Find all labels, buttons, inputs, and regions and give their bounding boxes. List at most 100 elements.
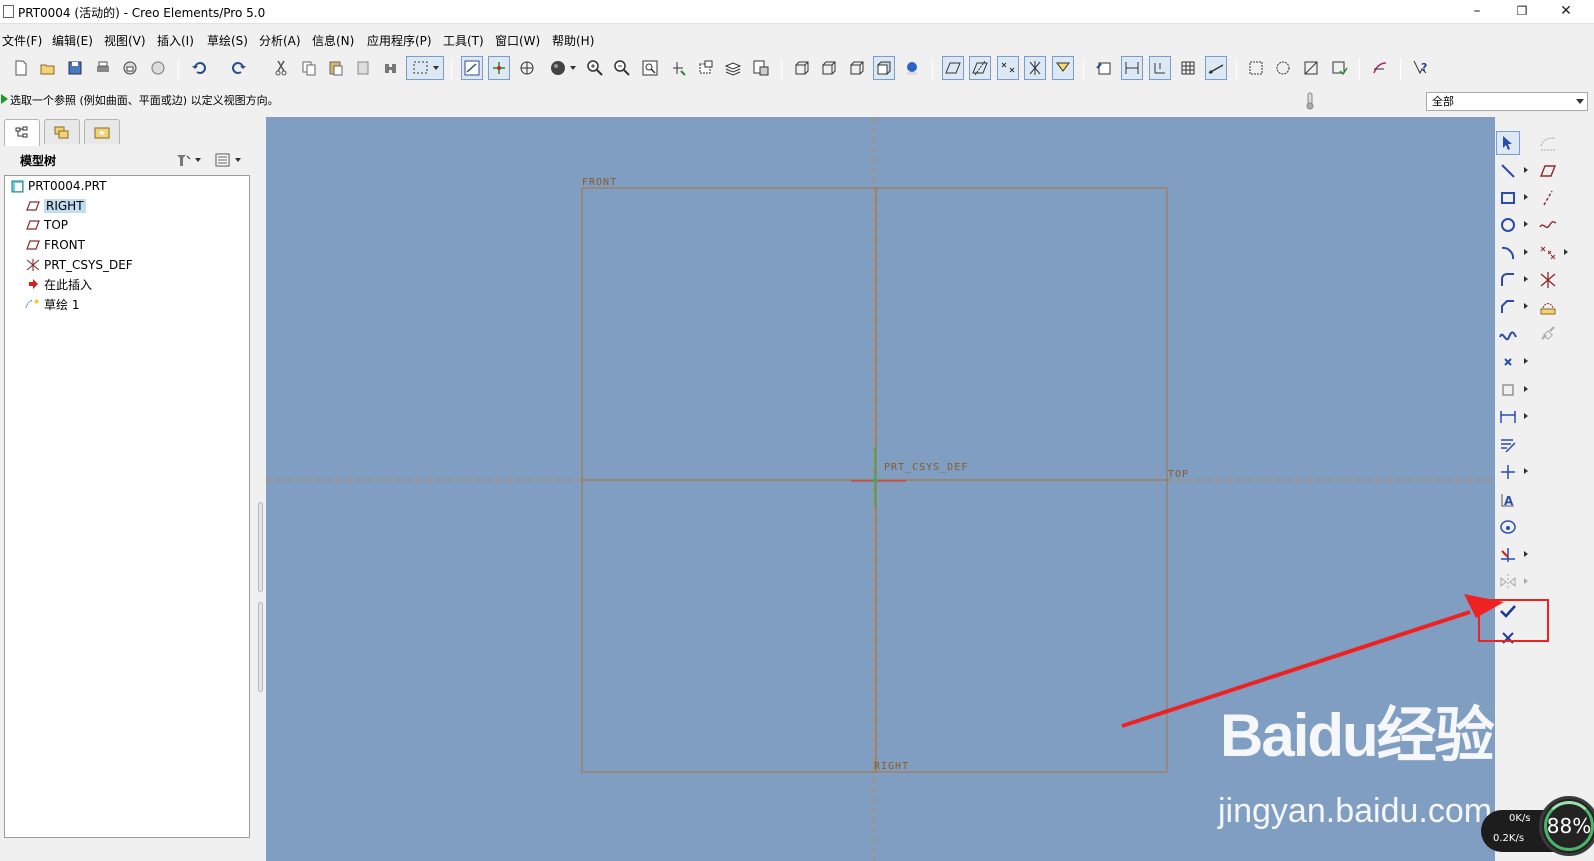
menu-help[interactable]: 帮助(H): [552, 32, 594, 49]
datum-planes-icon[interactable]: [942, 56, 964, 80]
layers-icon[interactable]: [722, 56, 744, 80]
analysis-feature-icon[interactable]: [1536, 295, 1560, 319]
fillet-icon[interactable]: [1496, 268, 1528, 292]
enhanced-realism-icon[interactable]: [901, 56, 923, 80]
graphics-window[interactable]: FRONT TOP RIGHT PRT_CSYS_DEF: [266, 117, 1495, 861]
circle-icon[interactable]: [1496, 213, 1528, 237]
tree-item-csys[interactable]: PRT_CSYS_DEF: [25, 256, 133, 274]
model-tree-tab[interactable]: [4, 119, 40, 146]
print-icon[interactable]: [92, 56, 114, 80]
line-icon[interactable]: [1496, 159, 1528, 183]
minimize-button[interactable]: –: [1455, 0, 1499, 24]
settings-dropdown[interactable]: [174, 151, 208, 169]
menu-analysis[interactable]: 分析(A): [259, 32, 301, 49]
menu-sketch[interactable]: 草绘(S): [207, 32, 248, 49]
cut-icon[interactable]: [270, 56, 292, 80]
menu-tools[interactable]: 工具(T): [443, 32, 484, 49]
select-box-icon[interactable]: [406, 56, 444, 80]
sketch-view-icon[interactable]: [461, 56, 483, 80]
diagnostics-shade-icon[interactable]: [1300, 56, 1322, 80]
spline-icon[interactable]: [1496, 323, 1520, 347]
datum-axis-tool-icon[interactable]: [1536, 186, 1560, 210]
tree-item-part[interactable]: PRT0004.PRT: [9, 177, 106, 195]
show-dropdown[interactable]: [214, 151, 248, 169]
reorient-icon[interactable]: [667, 56, 689, 80]
no-hidden-icon[interactable]: [846, 56, 868, 80]
menu-insert[interactable]: 插入(I): [157, 32, 194, 49]
disp-vertices-icon[interactable]: [1205, 56, 1227, 80]
undo-icon[interactable]: [188, 56, 210, 80]
mirror-icon[interactable]: [1496, 570, 1528, 594]
dimension-icon[interactable]: [1496, 405, 1528, 429]
shaded-icon[interactable]: [873, 56, 895, 80]
sketch-tool-icon[interactable]: [1369, 56, 1391, 80]
paste-special-icon[interactable]: [353, 56, 375, 80]
favorites-tab[interactable]: [84, 119, 120, 144]
sketch-orient-icon[interactable]: [1093, 56, 1115, 80]
splitter-grip[interactable]: [258, 602, 263, 692]
palette-icon[interactable]: [1496, 515, 1520, 539]
restore-button[interactable]: ❐: [1500, 0, 1544, 24]
open-icon[interactable]: [37, 56, 59, 80]
tree-item-right[interactable]: RIGHT: [25, 197, 86, 215]
datum-axes-icon[interactable]: [969, 56, 991, 80]
datum-plane-tool-icon[interactable]: [1536, 159, 1560, 183]
tree-item-sketch[interactable]: 草绘 1: [25, 295, 79, 313]
annotation-display-icon[interactable]: [1052, 56, 1074, 80]
menu-applications[interactable]: 应用程序(P): [367, 32, 432, 49]
datum-point-tool-icon[interactable]: [1536, 241, 1568, 265]
close-button[interactable]: ✕: [1544, 0, 1588, 24]
zoom-in-icon[interactable]: [584, 56, 606, 80]
select-icon[interactable]: [1496, 131, 1520, 155]
email-icon[interactable]: [119, 56, 141, 80]
disp-grid-icon[interactable]: [1177, 56, 1199, 80]
rectangle-icon[interactable]: [1496, 186, 1528, 210]
datum-points-icon[interactable]: [997, 56, 1019, 80]
diagnostics-overlap-icon[interactable]: [1272, 56, 1294, 80]
orient-mode-icon[interactable]: [516, 56, 538, 80]
sketch-canvas[interactable]: [266, 117, 1495, 861]
trim-icon[interactable]: [1496, 543, 1528, 567]
panel-splitter[interactable]: [258, 502, 264, 692]
tree-item-front[interactable]: FRONT: [25, 236, 85, 254]
menu-window[interactable]: 窗口(W): [495, 32, 540, 49]
constraint-icon[interactable]: [1496, 460, 1528, 484]
network-monitor-widget[interactable]: 0K/s 0.2K/s 88%: [1481, 796, 1594, 861]
refit-icon[interactable]: [639, 56, 661, 80]
diagnostics-open-icon[interactable]: [1245, 56, 1267, 80]
paste-icon[interactable]: [325, 56, 347, 80]
datum-curve-tool-icon[interactable]: [1536, 213, 1560, 237]
splitter-grip[interactable]: [258, 502, 263, 592]
offset-icon[interactable]: [1496, 378, 1528, 402]
disp-dimensions-icon[interactable]: [1121, 56, 1143, 80]
menu-file[interactable]: 文件(F): [2, 32, 42, 49]
folder-browser-tab[interactable]: [44, 119, 80, 144]
tree-item-top[interactable]: TOP: [25, 216, 68, 234]
chamfer-icon[interactable]: [1496, 295, 1528, 319]
menu-edit[interactable]: 编辑(E): [52, 32, 93, 49]
zoom-out-icon[interactable]: [611, 56, 633, 80]
copy-icon[interactable]: [298, 56, 320, 80]
email-link-icon[interactable]: [147, 56, 169, 80]
modify-icon[interactable]: [1496, 433, 1520, 457]
selection-filter-dropdown[interactable]: 全部: [1426, 92, 1588, 111]
text-icon[interactable]: A: [1496, 488, 1520, 512]
point-icon[interactable]: [1496, 350, 1528, 374]
new-icon[interactable]: [10, 56, 32, 80]
spin-center-icon[interactable]: [488, 56, 510, 80]
view-manager-icon[interactable]: [750, 56, 772, 80]
context-help-icon[interactable]: ?: [1410, 56, 1432, 80]
tree-item-insert-here[interactable]: 在此插入: [25, 275, 92, 293]
save-icon[interactable]: [64, 56, 86, 80]
coordinate-systems-icon[interactable]: [1024, 56, 1046, 80]
saved-views-icon[interactable]: [695, 56, 717, 80]
redo-icon[interactable]: [228, 56, 250, 80]
arc-icon[interactable]: [1496, 241, 1528, 265]
wireframe-icon[interactable]: [791, 56, 813, 80]
menu-info[interactable]: 信息(N): [312, 32, 354, 49]
hidden-line-icon[interactable]: [818, 56, 840, 80]
menu-view[interactable]: 视图(V): [104, 32, 146, 49]
disp-constraints-icon[interactable]: [1149, 56, 1171, 80]
shading-icon[interactable]: [544, 56, 580, 80]
csys-tool-icon[interactable]: [1536, 268, 1560, 292]
